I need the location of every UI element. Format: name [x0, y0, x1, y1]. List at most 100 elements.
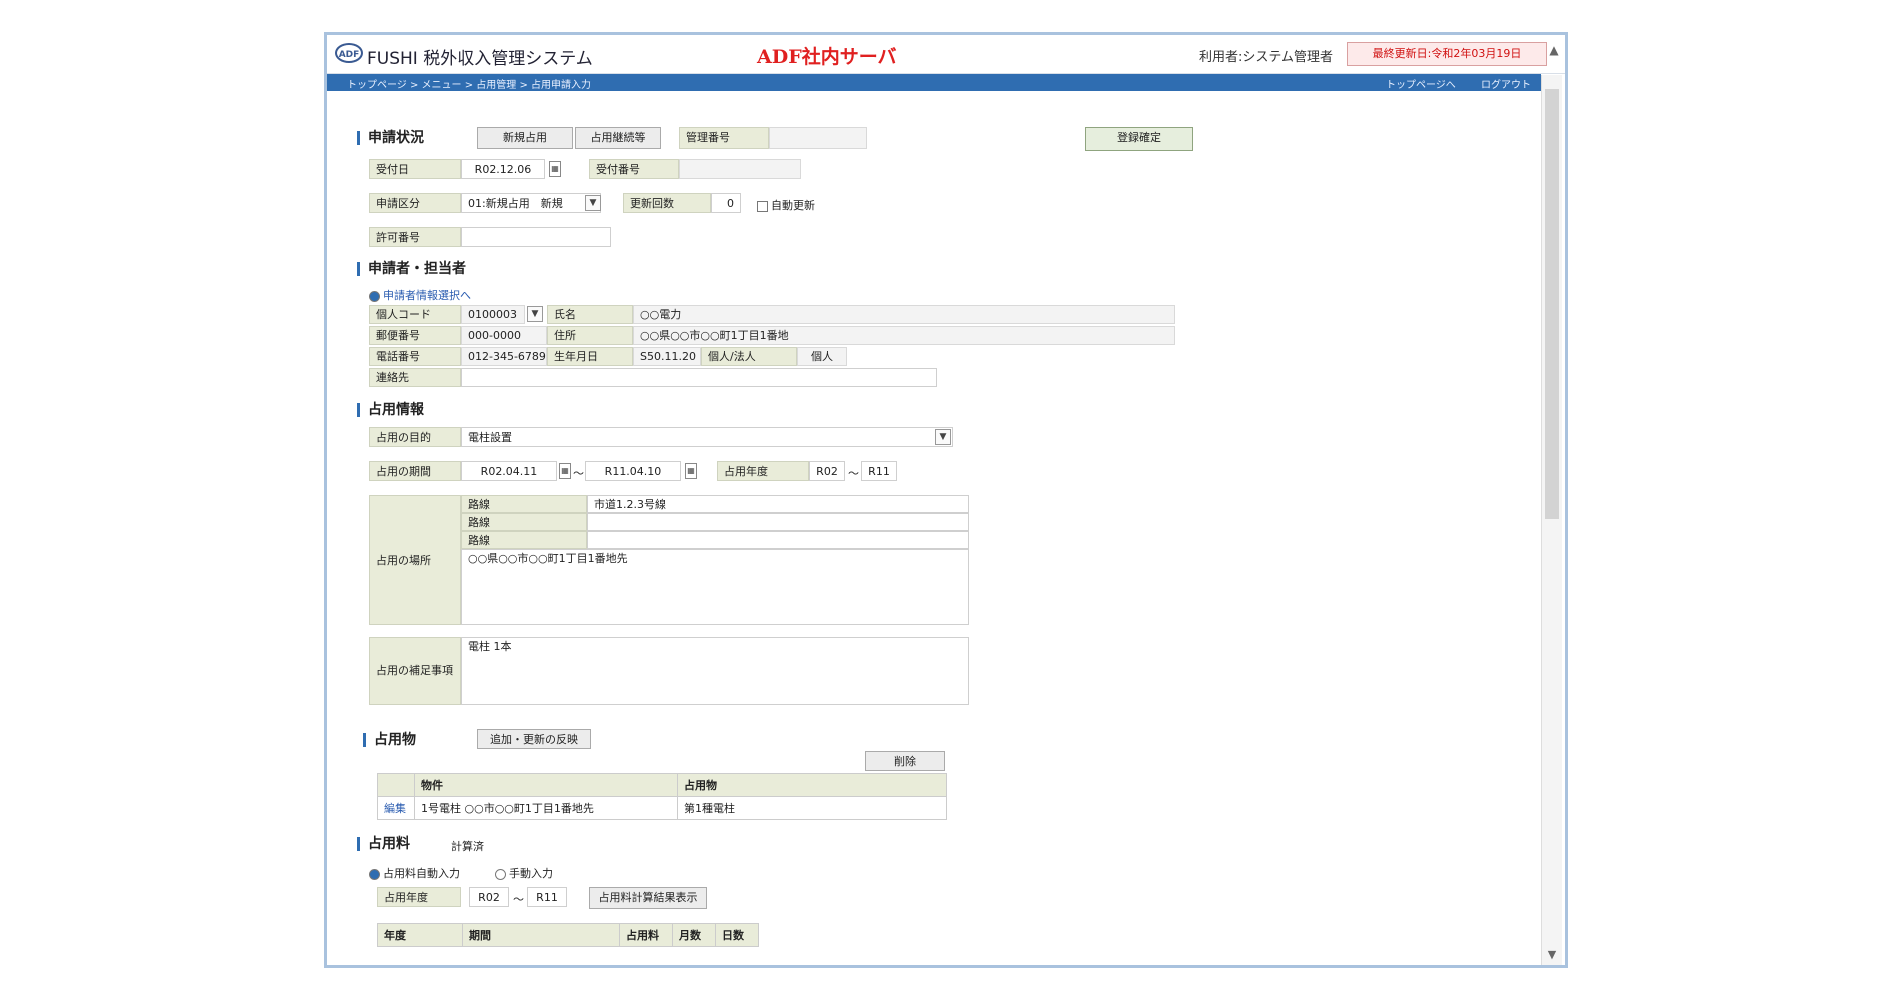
calendar-icon[interactable]: ▦: [559, 463, 571, 479]
renewal-count-field[interactable]: 0: [711, 193, 741, 213]
scroll-up-icon[interactable]: ▲: [1547, 43, 1561, 67]
year-separator: ～: [848, 467, 859, 480]
checkbox-icon[interactable]: [757, 200, 768, 212]
auto-renew-checkbox[interactable]: 自動更新: [757, 197, 815, 213]
purpose-select[interactable]: 電柱設置: [461, 427, 953, 447]
mgmt-no-field: [769, 127, 867, 149]
permit-no-field[interactable]: [461, 227, 611, 247]
fee-mode-manual-label: 手動入力: [509, 867, 553, 880]
applicant-select-text[interactable]: 申請者情報選択へ: [383, 289, 471, 302]
chevron-down-icon[interactable]: ▼: [527, 306, 543, 322]
radio-icon[interactable]: [495, 868, 506, 880]
occ-year-from[interactable]: R02: [809, 461, 845, 481]
chevron-down-icon[interactable]: ▼: [935, 429, 951, 445]
category-select[interactable]: 01:新規占用 新規: [461, 193, 601, 213]
register-button[interactable]: 登録確定: [1085, 127, 1193, 151]
breadcrumb[interactable]: トップページ > メニュー > 占用管理 > 占用申請入力: [347, 76, 591, 91]
renewal-count-label: 更新回数: [623, 193, 711, 213]
section-application: 申請状況: [357, 131, 424, 145]
receipt-no-field: [679, 159, 801, 179]
item-cell: 1号電柱 ○○市○○町1丁目1番地先: [414, 796, 678, 820]
personal-code-label: 個人コード: [369, 305, 461, 324]
scrollbar-thumb[interactable]: [1545, 89, 1559, 519]
place-label: 占用の場所: [369, 495, 461, 625]
nav-links: トップページへ ログアウト: [1364, 76, 1531, 91]
address-field: ○○県○○市○○町1丁目1番地: [633, 326, 1175, 345]
auto-renew-label: 自動更新: [771, 199, 815, 212]
app-header: ADF FUSHI 税外収入管理システム ADF社内サーバ 利用者:システム管理…: [327, 35, 1565, 74]
receipt-date-field[interactable]: R02.12.06: [461, 159, 545, 179]
bullet-icon: [369, 290, 380, 302]
update-notice[interactable]: 最終更新日:令和2年03月19日: [1347, 42, 1547, 66]
place-address-field[interactable]: ○○県○○市○○町1丁目1番地先: [461, 549, 969, 625]
col-header-year: 年度: [377, 923, 463, 947]
section-fee: 占用料: [357, 837, 410, 851]
occ-year-label: 占用年度: [717, 461, 809, 481]
fee-mode-manual[interactable]: 手動入力: [495, 865, 553, 881]
chevron-down-icon[interactable]: ▼: [585, 195, 601, 211]
period-from-field[interactable]: R02.04.11: [461, 461, 557, 481]
new-occupancy-button[interactable]: 新規占用: [477, 127, 573, 149]
purpose-label: 占用の目的: [369, 427, 461, 447]
fee-mode-auto[interactable]: 占用料自動入力: [369, 865, 460, 881]
period-label: 占用の期間: [369, 461, 461, 481]
continue-occupancy-button[interactable]: 占用継続等: [575, 127, 661, 149]
route-field-3[interactable]: [587, 531, 969, 549]
logo-icon: ADF: [335, 43, 363, 63]
route-field-1[interactable]: 市道1.2.3号線: [587, 495, 969, 513]
route-label-2: 路線: [461, 513, 587, 531]
vertical-scrollbar[interactable]: ▼: [1541, 75, 1562, 965]
zip-field: 000-0000: [461, 326, 547, 345]
calendar-icon[interactable]: ▦: [685, 463, 697, 479]
scroll-down-icon[interactable]: ▼: [1545, 948, 1559, 961]
fee-year-to[interactable]: R11: [527, 887, 567, 907]
section-occupancy: 占用情報: [357, 403, 424, 417]
zip-label: 郵便番号: [369, 326, 461, 345]
calendar-icon[interactable]: ▦: [549, 161, 561, 177]
col-header-fee: 占用料: [619, 923, 673, 947]
edit-link[interactable]: 編集: [377, 796, 415, 820]
table-row: 編集 1号電柱 ○○市○○町1丁目1番地先 第1種電柱: [377, 796, 947, 820]
route-field-2[interactable]: [587, 513, 969, 531]
radio-icon[interactable]: [369, 868, 380, 880]
objects-table: 物件 占用物 編集 1号電柱 ○○市○○町1丁目1番地先 第1種電柱: [377, 773, 947, 820]
fee-year-from[interactable]: R02: [469, 887, 509, 907]
apply-update-button[interactable]: 追加・更新の反映: [477, 729, 591, 749]
col-header-action: [377, 773, 415, 797]
occ-year-to[interactable]: R11: [861, 461, 897, 481]
col-header-months: 月数: [672, 923, 716, 947]
current-user: 利用者:システム管理者: [1199, 50, 1333, 65]
col-header-days: 日数: [715, 923, 759, 947]
section-applicant: 申請者・担当者: [357, 262, 466, 276]
birth-field: S50.11.20: [633, 347, 701, 366]
delete-button[interactable]: 削除: [865, 751, 945, 771]
tel-field: 012-345-6789: [461, 347, 547, 366]
note-field[interactable]: 電柱 1本: [461, 637, 969, 705]
receipt-date-label: 受付日: [369, 159, 461, 179]
applicant-select-link[interactable]: 申請者情報選択へ: [369, 287, 471, 303]
section-objects: 占用物: [363, 733, 416, 747]
fee-mode-auto-label: 占用料自動入力: [383, 867, 460, 880]
category-label: 申請区分: [369, 193, 461, 213]
address-label: 住所: [547, 326, 633, 345]
period-to-field[interactable]: R11.04.10: [585, 461, 681, 481]
table-header-row: 物件 占用物: [377, 773, 947, 797]
fee-table: 年度 期間 占用料 月数 日数: [377, 923, 759, 947]
fee-calc-button[interactable]: 占用料計算結果表示: [589, 887, 707, 909]
route-label-3: 路線: [461, 531, 587, 549]
contact-label: 連絡先: [369, 368, 461, 387]
main-content: 申請状況 新規占用 占用継続等 管理番号 登録確定 受付日 R02.12.06 …: [327, 91, 1541, 965]
person-type-field: 個人: [797, 347, 847, 366]
note-label: 占用の補足事項: [369, 637, 461, 705]
receipt-no-label: 受付番号: [589, 159, 679, 179]
contact-field[interactable]: [461, 368, 937, 387]
server-name: ADF社内サーバ: [757, 46, 897, 68]
period-separator: ～: [573, 467, 584, 480]
app-title: FUSHI 税外収入管理システム: [367, 49, 593, 69]
name-field: ○○電力: [633, 305, 1175, 324]
birth-label: 生年月日: [547, 347, 633, 366]
logout-link[interactable]: ログアウト: [1481, 80, 1531, 91]
route-label-1: 路線: [461, 495, 587, 513]
top-page-link[interactable]: トップページへ: [1386, 80, 1456, 91]
app-window: ADF FUSHI 税外収入管理システム ADF社内サーバ 利用者:システム管理…: [324, 32, 1568, 968]
